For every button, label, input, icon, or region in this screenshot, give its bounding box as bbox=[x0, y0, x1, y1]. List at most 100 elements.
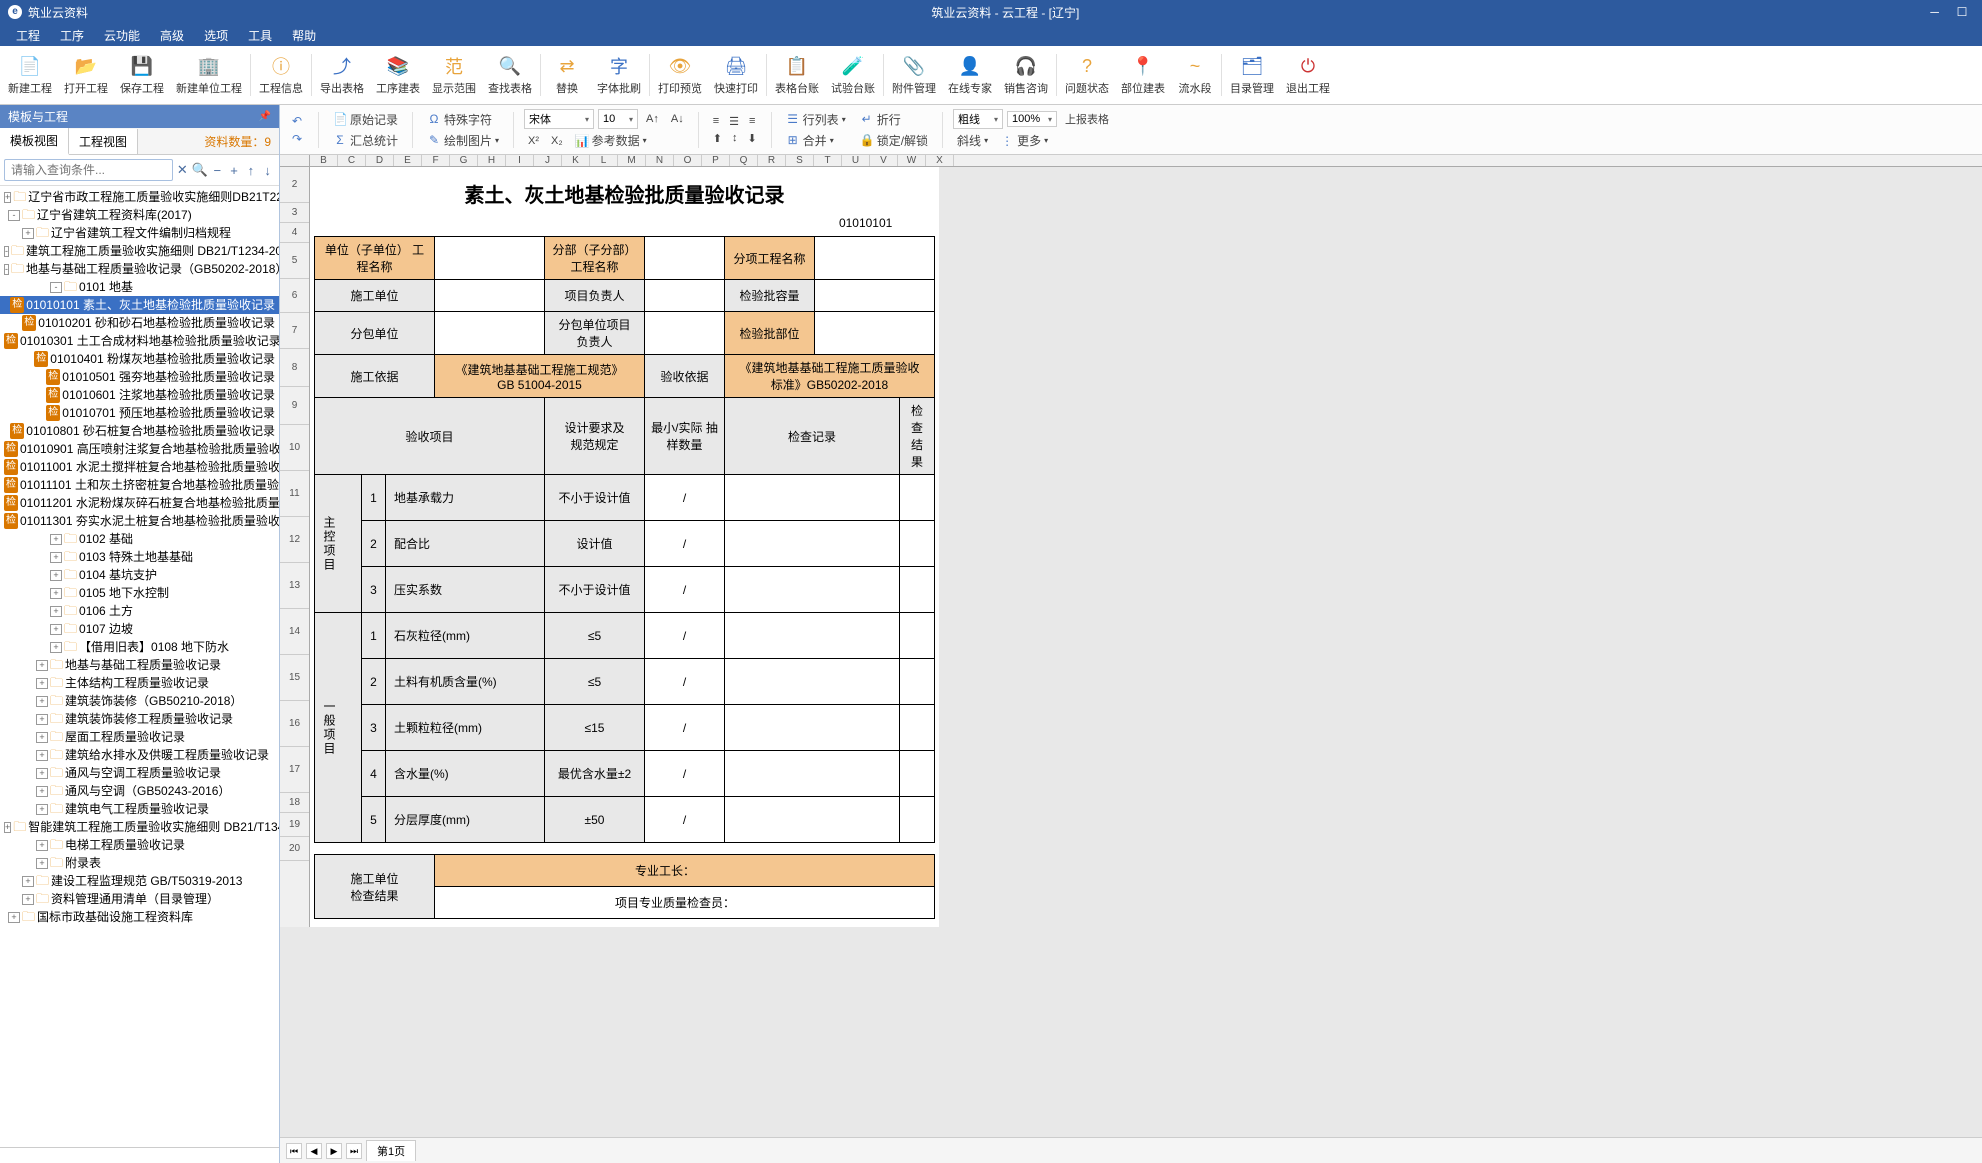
collapse-icon[interactable]: − bbox=[210, 160, 225, 180]
val-subitem[interactable] bbox=[815, 237, 935, 280]
tree-node[interactable]: +🗀建筑装饰装修工程质量验收记录 bbox=[0, 710, 279, 728]
tree-node[interactable]: -🗀地基与基础工程质量验收记录（GB50202-2018） bbox=[0, 260, 279, 278]
toggle-icon[interactable]: + bbox=[36, 768, 48, 779]
tree-node[interactable]: 检01010101 素土、灰土地基检验批质量验收记录 bbox=[0, 296, 279, 314]
tree-node[interactable]: +🗀地基与基础工程质量验收记录 bbox=[0, 656, 279, 674]
tree-node[interactable]: +🗀0103 特殊土地基基础 bbox=[0, 548, 279, 566]
tree-node[interactable]: -🗀0101 地基 bbox=[0, 278, 279, 296]
tree-node[interactable]: +🗀0102 基础 bbox=[0, 530, 279, 548]
tool-保存工程[interactable]: 💾保存工程 bbox=[114, 50, 170, 100]
val-batch-cap[interactable] bbox=[815, 280, 935, 312]
toggle-icon[interactable]: + bbox=[36, 804, 48, 815]
pin-icon[interactable]: 📌 bbox=[259, 111, 271, 122]
maximize-button[interactable]: ☐ bbox=[1950, 5, 1974, 19]
tree-node[interactable]: 检01010301 土工合成材料地基检验批质量验收记录 bbox=[0, 332, 279, 350]
row-header[interactable]: 16 bbox=[280, 701, 309, 747]
col-header[interactable]: G bbox=[450, 155, 478, 166]
redo-button[interactable]: ↷ bbox=[286, 131, 308, 147]
col-header[interactable]: B bbox=[310, 155, 338, 166]
col-header[interactable]: D bbox=[366, 155, 394, 166]
search-input[interactable] bbox=[4, 159, 173, 181]
menu-高级[interactable]: 高级 bbox=[150, 27, 194, 44]
tree-view[interactable]: +🗀辽宁省市政工程施工质量验收实施细则DB21T2295-2014-🗀辽宁省建筑… bbox=[0, 186, 279, 1147]
tool-表格台账[interactable]: 📋表格台账 bbox=[769, 50, 825, 100]
valign-mid-button[interactable]: ↕ bbox=[728, 131, 742, 146]
tool-打开工程[interactable]: 📂打开工程 bbox=[58, 50, 114, 100]
row-header[interactable]: 2 bbox=[280, 167, 309, 203]
tree-node[interactable]: 检01010801 砂石桩复合地基检验批质量验收记录 bbox=[0, 422, 279, 440]
val-subcon[interactable] bbox=[435, 312, 545, 355]
tree-node[interactable]: 检01010401 粉煤灰地基检验批质量验收记录 bbox=[0, 350, 279, 368]
row-sample[interactable]: / bbox=[645, 705, 725, 751]
subscript-button[interactable]: X₂ bbox=[547, 131, 567, 150]
tool-替换[interactable]: ⇄替换 bbox=[543, 50, 591, 100]
toggle-icon[interactable]: + bbox=[36, 750, 48, 761]
align-left-button[interactable]: ≡ bbox=[709, 114, 723, 129]
superscript-button[interactable]: X² bbox=[524, 131, 543, 150]
toggle-icon[interactable]: + bbox=[36, 660, 48, 671]
more-button[interactable]: ⋮更多 ▾ bbox=[996, 131, 1052, 150]
row-record[interactable] bbox=[725, 567, 900, 613]
tree-node[interactable]: -🗀辽宁省建筑工程资料库(2017) bbox=[0, 206, 279, 224]
sheet-area[interactable]: BCDEFGHIJKLMNOPQRSTUVWX 2345678910111213… bbox=[280, 155, 1982, 1137]
tool-试验台账[interactable]: 🧪试验台账 bbox=[825, 50, 881, 100]
tool-打印预览[interactable]: 👁打印预览 bbox=[652, 50, 708, 100]
row-sample[interactable]: / bbox=[645, 567, 725, 613]
menu-工序[interactable]: 工序 bbox=[50, 27, 94, 44]
page-tab[interactable]: 第1页 bbox=[366, 1140, 416, 1161]
tree-node[interactable]: +🗀智能建筑工程施工质量验收实施细则 DB21/T1341-2017 bbox=[0, 818, 279, 836]
val-div[interactable] bbox=[645, 237, 725, 280]
tree-node[interactable]: +🗀主体结构工程质量验收记录 bbox=[0, 674, 279, 692]
col-header[interactable]: S bbox=[786, 155, 814, 166]
col-header[interactable]: H bbox=[478, 155, 506, 166]
tree-node[interactable]: +🗀0104 基坑支护 bbox=[0, 566, 279, 584]
row-result[interactable] bbox=[900, 475, 935, 521]
tree-node[interactable]: +🗀建设工程监理规范 GB/T50319-2013 bbox=[0, 872, 279, 890]
tool-新建单位工程[interactable]: 🏢新建单位工程 bbox=[170, 50, 248, 100]
tree-hscroll[interactable] bbox=[0, 1147, 279, 1163]
scale-select[interactable]: 100% bbox=[1007, 111, 1057, 127]
tree-node[interactable]: +🗀【借用旧表】0108 地下防水 bbox=[0, 638, 279, 656]
expand-icon[interactable]: + bbox=[227, 160, 242, 180]
col-header[interactable]: L bbox=[590, 155, 618, 166]
tree-node[interactable]: 检01010701 预压地基检验批质量验收记录 bbox=[0, 404, 279, 422]
tree-node[interactable]: +🗀0106 土方 bbox=[0, 602, 279, 620]
toggle-icon[interactable]: + bbox=[50, 570, 62, 581]
col-header[interactable]: X bbox=[926, 155, 954, 166]
tree-node[interactable]: +🗀通风与空调工程质量验收记录 bbox=[0, 764, 279, 782]
col-header[interactable]: T bbox=[814, 155, 842, 166]
row-sample[interactable]: / bbox=[645, 475, 725, 521]
row-result[interactable] bbox=[900, 521, 935, 567]
tree-node[interactable]: +🗀屋面工程质量验收记录 bbox=[0, 728, 279, 746]
toggle-icon[interactable]: - bbox=[50, 282, 62, 293]
toggle-icon[interactable]: + bbox=[22, 228, 34, 239]
row-format-button[interactable]: ☰行列表 ▾ bbox=[782, 110, 850, 129]
col-header[interactable]: J bbox=[534, 155, 562, 166]
row-header[interactable]: 6 bbox=[280, 279, 309, 313]
tree-node[interactable]: +🗀0105 地下水控制 bbox=[0, 584, 279, 602]
row-header[interactable]: 11 bbox=[280, 471, 309, 517]
tool-销售咨询[interactable]: 🎧销售咨询 bbox=[998, 50, 1054, 100]
row-header[interactable]: 18 bbox=[280, 793, 309, 813]
toggle-icon[interactable]: - bbox=[4, 246, 9, 257]
val-proj-mgr[interactable] bbox=[645, 280, 725, 312]
tree-node[interactable]: 检01011301 夯实水泥土桩复合地基检验批质量验收 bbox=[0, 512, 279, 530]
menu-帮助[interactable]: 帮助 bbox=[282, 27, 326, 44]
row-record[interactable] bbox=[725, 521, 900, 567]
tree-node[interactable]: +🗀电梯工程质量验收记录 bbox=[0, 836, 279, 854]
tool-工程信息[interactable]: ⓘ工程信息 bbox=[253, 50, 309, 100]
row-header[interactable]: 13 bbox=[280, 563, 309, 609]
toggle-icon[interactable]: + bbox=[36, 858, 48, 869]
tool-部位建表[interactable]: 📍部位建表 bbox=[1115, 50, 1171, 100]
row-record[interactable] bbox=[725, 797, 900, 843]
tool-新建工程[interactable]: 📄新建工程 bbox=[2, 50, 58, 100]
row-record[interactable] bbox=[725, 705, 900, 751]
toggle-icon[interactable]: + bbox=[22, 894, 34, 905]
row-record[interactable] bbox=[725, 659, 900, 705]
thin-line-button[interactable]: 斜线 ▾ bbox=[953, 131, 992, 150]
minimize-button[interactable]: ─ bbox=[1923, 5, 1947, 19]
row-record[interactable] bbox=[725, 613, 900, 659]
tool-导出表格[interactable]: ⤴导出表格 bbox=[314, 50, 370, 100]
ref-data-button[interactable]: 📊参考数据 ▾ bbox=[571, 131, 651, 150]
tree-node[interactable]: +🗀建筑装饰装修（GB50210-2018） bbox=[0, 692, 279, 710]
